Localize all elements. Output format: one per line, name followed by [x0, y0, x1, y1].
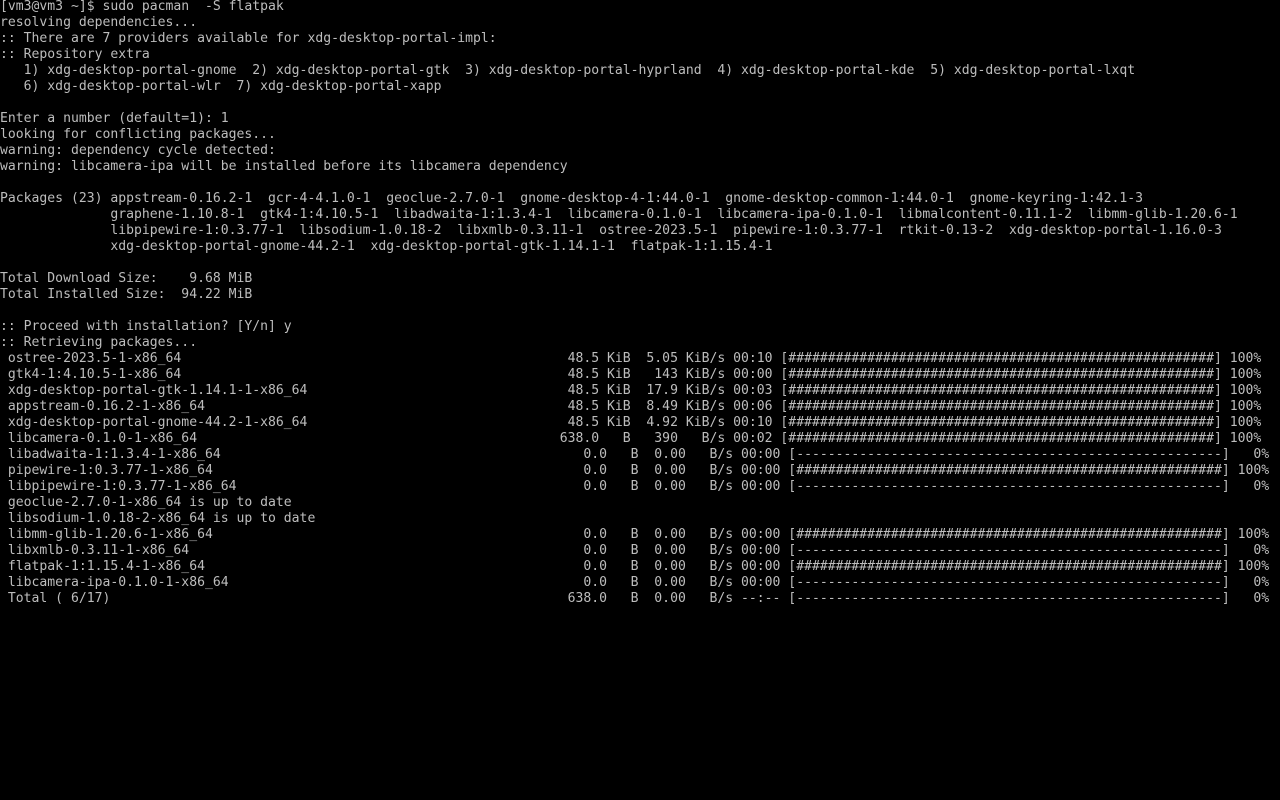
output-line: :: There are 7 providers available for x…: [0, 31, 497, 46]
package-list-line: libpipewire-1:0.3.77-1 libsodium-1.0.18-…: [0, 223, 1222, 238]
download-progress-line: xdg-desktop-portal-gnome-44.2-1-x86_64 4…: [0, 415, 1262, 430]
download-progress-line: xdg-desktop-portal-gtk-1.14.1-1-x86_64 4…: [0, 383, 1262, 398]
provider-options-line: 6) xdg-desktop-portal-wlr 7) xdg-desktop…: [0, 79, 442, 94]
download-progress-line: appstream-0.16.2-1-x86_64 48.5 KiB 8.49 …: [0, 399, 1262, 414]
provider-options-line: 1) xdg-desktop-portal-gnome 2) xdg-deskt…: [0, 63, 1136, 78]
total-progress-line: Total ( 6/17) 638.0 B 0.00 B/s --:-- [--…: [0, 591, 1270, 606]
download-progress-line: libmm-glib-1.20.6-1-x86_64 0.0 B 0.00 B/…: [0, 527, 1270, 542]
download-progress-line: ostree-2023.5-1-x86_64 48.5 KiB 5.05 KiB…: [0, 351, 1262, 366]
download-progress-line: libpipewire-1:0.3.77-1-x86_64 0.0 B 0.00…: [0, 479, 1270, 494]
up-to-date-line: libsodium-1.0.18-2-x86_64 is up to date: [0, 511, 316, 526]
proceed-prompt-line: :: Proceed with installation? [Y/n] y: [0, 319, 292, 334]
download-progress-line: flatpak-1:1.15.4-1-x86_64 0.0 B 0.00 B/s…: [0, 559, 1270, 574]
installed-size-line: Total Installed Size: 94.22 MiB: [0, 287, 253, 302]
output-line: :: Retrieving packages...: [0, 335, 198, 350]
up-to-date-line: geoclue-2.7.0-1-x86_64 is up to date: [0, 495, 292, 510]
warning-line: warning: dependency cycle detected:: [0, 143, 276, 158]
download-progress-line: libcamera-ipa-0.1.0-1-x86_64 0.0 B 0.00 …: [0, 575, 1270, 590]
prompt-command-line: [vm3@vm3 ~]$ sudo pacman -S flatpak: [0, 0, 284, 14]
download-size-line: Total Download Size: 9.68 MiB: [0, 271, 253, 286]
download-progress-line: libxmlb-0.3.11-1-x86_64 0.0 B 0.00 B/s 0…: [0, 543, 1270, 558]
package-list-line: graphene-1.10.8-1 gtk4-1:4.10.5-1 libadw…: [0, 207, 1238, 222]
download-progress-line: libadwaita-1:1.3.4-1-x86_64 0.0 B 0.00 B…: [0, 447, 1270, 462]
download-progress-line: pipewire-1:0.3.77-1-x86_64 0.0 B 0.00 B/…: [0, 463, 1270, 478]
package-list-line: xdg-desktop-portal-gnome-44.2-1 xdg-desk…: [0, 239, 773, 254]
download-progress-line: gtk4-1:4.10.5-1-x86_64 48.5 KiB 143 KiB/…: [0, 367, 1262, 382]
terminal-console[interactable]: [vm3@vm3 ~]$ sudo pacman -S flatpak reso…: [0, 0, 1280, 800]
output-line: :: Repository extra: [0, 47, 150, 62]
package-list-line: Packages (23) appstream-0.16.2-1 gcr-4-4…: [0, 191, 1144, 206]
provider-selection-line: Enter a number (default=1): 1: [0, 111, 229, 126]
output-line: looking for conflicting packages...: [0, 127, 276, 142]
download-progress-line: libcamera-0.1.0-1-x86_64 638.0 B 390 B/s…: [0, 431, 1262, 446]
warning-line: warning: libcamera-ipa will be installed…: [0, 159, 568, 174]
output-line: resolving dependencies...: [0, 15, 198, 30]
